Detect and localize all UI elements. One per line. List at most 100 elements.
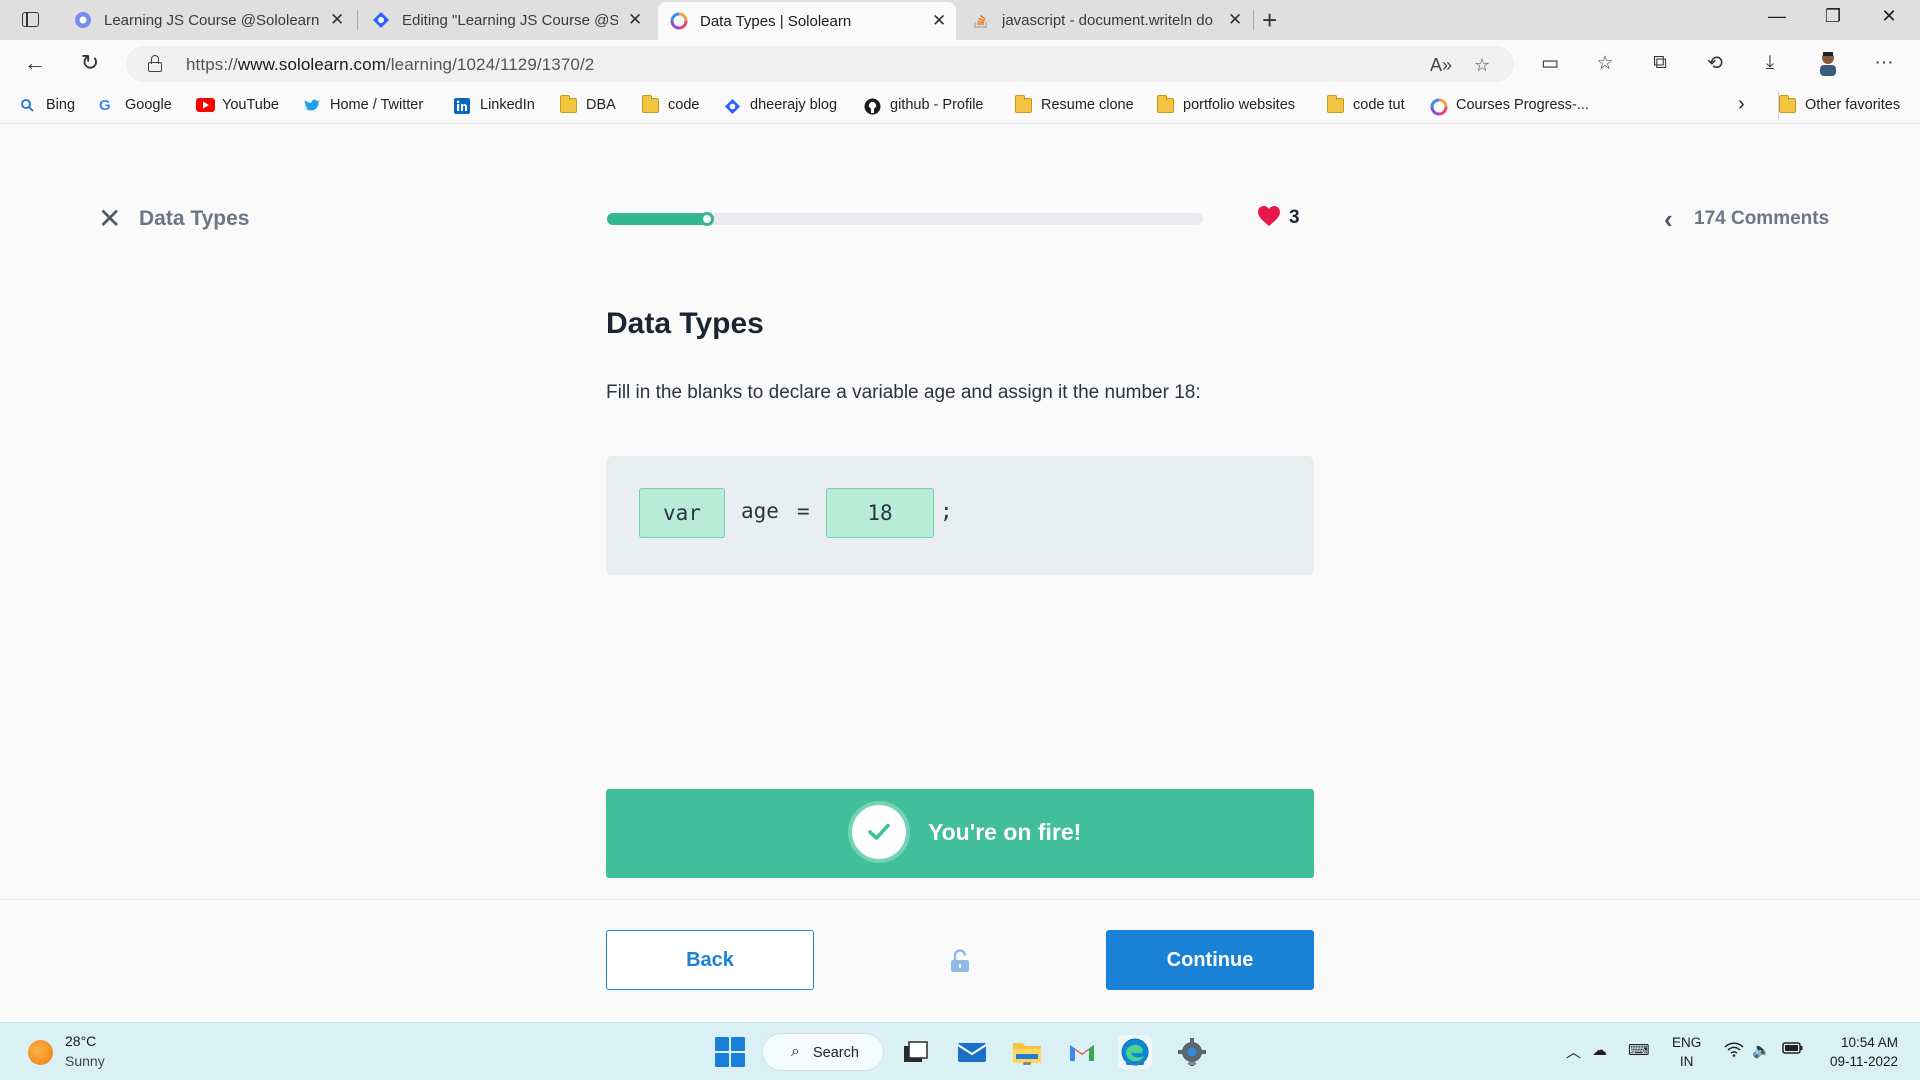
running-indicator xyxy=(1023,1062,1031,1065)
fav-google[interactable]: G Google xyxy=(99,97,172,113)
running-indicator xyxy=(1188,1062,1196,1065)
fav-folder-dba[interactable]: DBA xyxy=(560,94,616,113)
weather-condition[interactable]: Sunny xyxy=(65,1053,105,1069)
tab-actions-icon[interactable] xyxy=(14,8,48,32)
folder-icon xyxy=(1157,94,1174,113)
code-token-semicolon: ; xyxy=(940,499,953,523)
close-tab-icon[interactable]: ✕ xyxy=(1228,10,1242,30)
url-text[interactable]: https://www.sololearn.com/learning/1024/… xyxy=(186,55,594,75)
google-icon: G xyxy=(99,96,111,114)
back-arrow-icon[interactable]: ← xyxy=(20,50,50,76)
task-view-icon[interactable] xyxy=(899,1035,933,1069)
answer-blank-1[interactable]: var xyxy=(639,488,725,538)
read-aloud-icon[interactable]: A» xyxy=(1430,55,1452,76)
windows-taskbar: 28°C Sunny ⌕ Search ︿ ☁ ⌨ ENG IN 🔈 10:54 … xyxy=(0,1022,1920,1080)
close-tab-icon[interactable]: ✕ xyxy=(330,10,344,30)
youtube-icon xyxy=(196,97,215,113)
restore-button[interactable]: ❐ xyxy=(1810,6,1856,27)
close-window-button[interactable]: ✕ xyxy=(1866,6,1912,27)
checkmark-icon xyxy=(852,805,906,859)
settings-gear-icon[interactable] xyxy=(1175,1035,1209,1069)
tab-title: Data Types | Sololearn xyxy=(700,12,852,30)
tab-title: Learning JS Course @Sololearn - xyxy=(104,11,320,29)
twitter-icon xyxy=(304,98,321,113)
history-icon[interactable]: ⟲ xyxy=(1701,52,1729,75)
taskbar-search[interactable]: ⌕ Search xyxy=(762,1033,884,1071)
address-bar[interactable]: https://www.sololearn.com/learning/1024/… xyxy=(126,46,1514,82)
navigation-bar: ← ↻ https://www.sololearn.com/learning/1… xyxy=(0,40,1920,88)
favorites-icon[interactable]: ☆ xyxy=(1591,52,1619,75)
onedrive-cloud-icon[interactable]: ☁ xyxy=(1592,1041,1607,1059)
folder-icon xyxy=(560,94,577,113)
continue-button[interactable]: Continue xyxy=(1106,930,1314,990)
folder-icon xyxy=(642,94,659,113)
feedback-message: You're on fire! xyxy=(928,819,1082,845)
minimize-button[interactable]: — xyxy=(1754,6,1800,27)
weather-sun-icon[interactable] xyxy=(28,1040,53,1065)
tab-editing[interactable]: Editing "Learning JS Course @So ✕ xyxy=(360,0,652,40)
chevron-up-icon[interactable]: ︿ xyxy=(1566,1041,1581,1062)
close-tab-icon[interactable]: ✕ xyxy=(932,11,946,31)
fav-folder-portfolio[interactable]: portfolio websites xyxy=(1157,94,1295,113)
weather-temperature[interactable]: 28°C xyxy=(65,1033,96,1049)
unlock-icon[interactable] xyxy=(950,949,970,973)
tab-data-types[interactable]: Data Types | Sololearn ✕ xyxy=(658,2,956,40)
tab-strip: Learning JS Course @Sololearn - ✕ Editin… xyxy=(0,0,1920,40)
fav-blog[interactable]: dheerajy blog xyxy=(724,97,837,114)
edge-browser-icon[interactable] xyxy=(1118,1035,1152,1069)
blog-icon xyxy=(724,98,741,114)
fav-youtube[interactable]: YouTube xyxy=(196,97,279,113)
fav-twitter[interactable]: Home / Twitter xyxy=(304,97,423,113)
code-token-equals: = xyxy=(797,499,810,523)
sololearn-blue-icon xyxy=(74,11,92,29)
wifi-icon[interactable] xyxy=(1724,1041,1744,1061)
system-clock[interactable]: 10:54 AM 09-11-2022 xyxy=(1820,1033,1898,1071)
profile-avatar-icon[interactable] xyxy=(1814,50,1842,82)
tab-title: Editing "Learning JS Course @So xyxy=(402,11,618,29)
code-token-name: age xyxy=(741,499,779,523)
fav-bing[interactable]: Bing xyxy=(20,97,75,113)
lesson-instruction: Fill in the blanks to declare a variable… xyxy=(606,382,1201,403)
close-tab-icon[interactable]: ✕ xyxy=(628,10,642,30)
gmail-icon[interactable] xyxy=(1065,1035,1099,1069)
fav-github[interactable]: github - Profile xyxy=(864,97,984,114)
fav-folder-code[interactable]: code xyxy=(642,94,699,113)
fav-courses-progress[interactable]: Courses Progress-... xyxy=(1430,97,1589,115)
code-exercise-panel: var age = 18 ; xyxy=(606,456,1314,575)
new-tab-button[interactable]: + xyxy=(1262,6,1277,34)
fav-other-favorites[interactable]: Other favorites xyxy=(1779,94,1900,113)
lesson-page: ✕ Data Types 3 ‹ 174 Comments Data Types… xyxy=(0,125,1920,1022)
file-explorer-icon[interactable] xyxy=(1010,1035,1044,1069)
chevron-right-icon[interactable]: › xyxy=(1738,93,1745,116)
back-button[interactable]: Back xyxy=(606,930,814,990)
keyboard-icon[interactable]: ⌨ xyxy=(1628,1041,1650,1059)
volume-icon[interactable]: 🔈 xyxy=(1752,1041,1771,1059)
close-lesson-icon[interactable]: ✕ xyxy=(98,205,121,233)
cast-icon[interactable]: ▭ xyxy=(1536,52,1564,75)
fav-folder-code-tut[interactable]: code tut xyxy=(1327,94,1405,113)
mail-icon[interactable] xyxy=(955,1035,989,1069)
battery-icon[interactable] xyxy=(1782,1041,1804,1059)
lock-icon[interactable] xyxy=(148,55,162,72)
language-indicator[interactable]: ENG IN xyxy=(1672,1033,1701,1071)
chevron-left-icon[interactable]: ‹ xyxy=(1664,204,1673,235)
answer-blank-2[interactable]: 18 xyxy=(826,488,934,538)
refresh-icon[interactable]: ↻ xyxy=(75,50,105,76)
comments-link[interactable]: 174 Comments xyxy=(1694,208,1829,230)
tab-learning-js[interactable]: Learning JS Course @Sololearn - ✕ xyxy=(62,0,354,40)
fav-folder-resume[interactable]: Resume clone xyxy=(1015,94,1134,113)
windows-start-icon[interactable] xyxy=(715,1037,745,1067)
tab-stackoverflow[interactable]: javascript - document.writeln do ✕ xyxy=(960,0,1252,40)
fav-linkedin[interactable]: LinkedIn xyxy=(454,97,535,114)
downloads-icon[interactable]: ⤓ xyxy=(1756,52,1784,74)
stackoverflow-icon xyxy=(972,11,990,29)
blog-icon xyxy=(372,11,390,29)
more-menu-icon[interactable]: ··· xyxy=(1870,52,1898,74)
sololearn-icon xyxy=(670,12,688,30)
tab-title: javascript - document.writeln do xyxy=(1002,11,1213,29)
folder-icon xyxy=(1327,94,1344,113)
sololearn-icon xyxy=(1430,98,1448,115)
add-favorite-icon[interactable]: ☆ xyxy=(1474,55,1490,76)
collections-icon[interactable]: ⧉ xyxy=(1646,52,1674,74)
github-icon xyxy=(864,98,881,114)
